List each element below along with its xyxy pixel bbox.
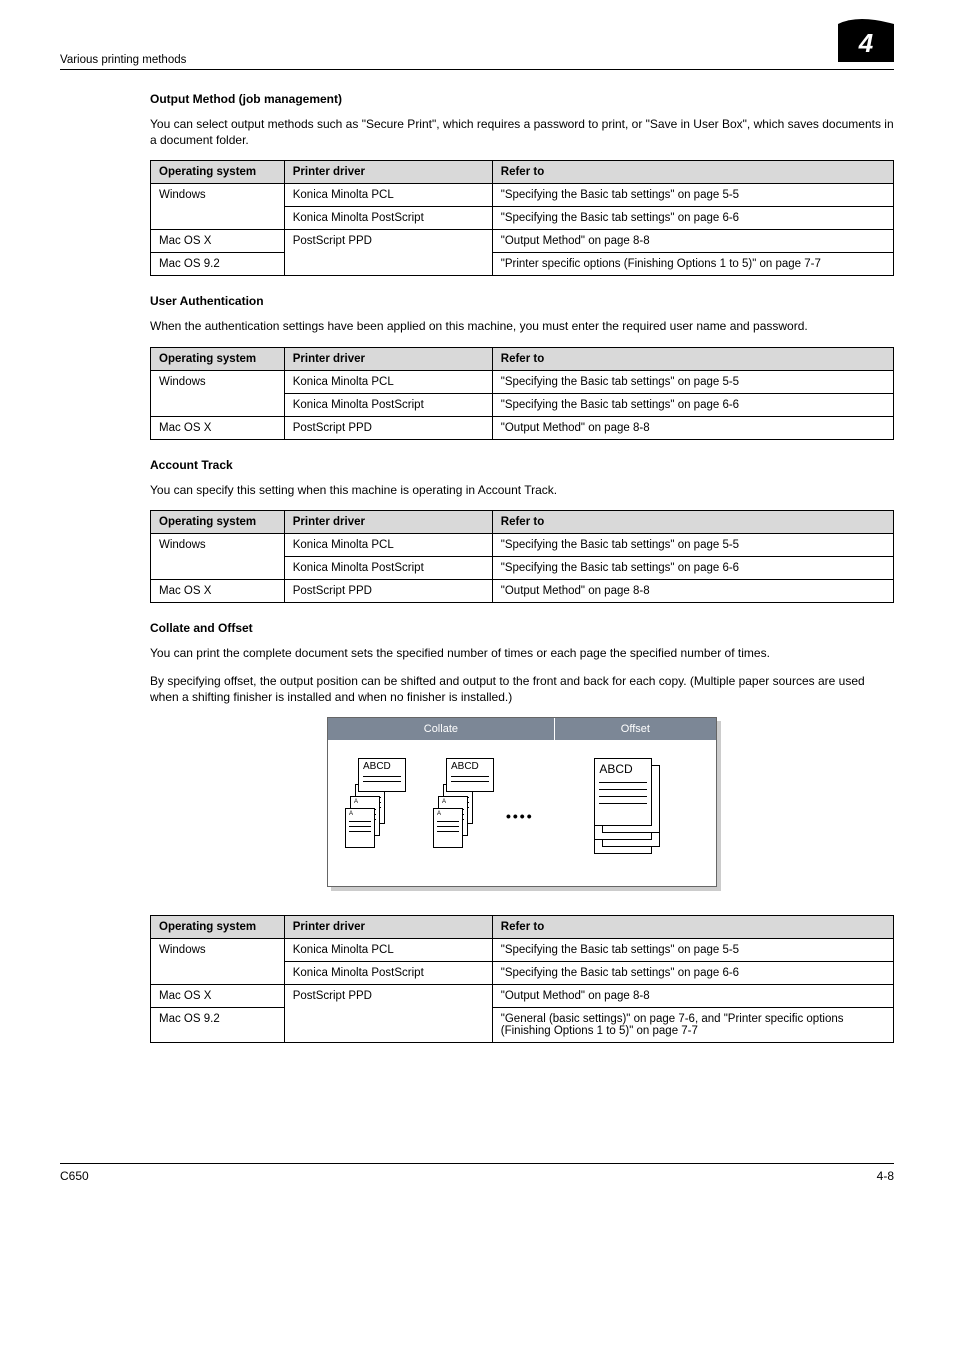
reference-table: Operating systemPrinter driverRefer toWi… [150, 510, 894, 603]
cell-reference: "Specifying the Basic tab settings" on p… [492, 939, 893, 962]
body-paragraph: By specifying offset, the output positio… [150, 673, 894, 705]
cell-reference: "Specifying the Basic tab settings" on p… [492, 533, 893, 556]
cell-os: Mac OS 9.2 [151, 1008, 285, 1043]
collate-offset-figure: CollateOffsetAAAABCDAAAABCD••••ABCD [327, 717, 717, 887]
cell-driver: PostScript PPD [284, 230, 492, 276]
cell-driver: Konica Minolta PostScript [284, 207, 492, 230]
table-header: Printer driver [284, 916, 492, 939]
cell-reference: "Specifying the Basic tab settings" on p… [492, 207, 893, 230]
cell-driver: Konica Minolta PCL [284, 533, 492, 556]
body-paragraph: You can select output methods such as "S… [150, 116, 894, 148]
cell-reference: "General (basic settings)" on page 7-6, … [492, 1008, 893, 1043]
cell-reference: "Output Method" on page 8-8 [492, 579, 893, 602]
cell-os: Windows [151, 533, 285, 579]
body-paragraph: You can print the complete document sets… [150, 645, 894, 661]
table-row: Mac OS XPostScript PPD"Output Method" on… [151, 230, 894, 253]
reference-table: Operating systemPrinter driverRefer toWi… [150, 347, 894, 440]
body-paragraph: When the authentication settings have be… [150, 318, 894, 334]
cell-driver: PostScript PPD [284, 416, 492, 439]
table-header: Operating system [151, 347, 285, 370]
cell-reference: "Specifying the Basic tab settings" on p… [492, 370, 893, 393]
section-heading: Output Method (job management) [150, 92, 894, 106]
cell-driver: PostScript PPD [284, 985, 492, 1043]
figure-header-collate: Collate [328, 718, 555, 740]
table-row: Mac OS 9.2 "General (basic settings)" on … [151, 1008, 894, 1043]
reference-table: Operating systemPrinter driverRefer toWi… [150, 160, 894, 276]
header-section-title: Various printing methods [60, 54, 186, 66]
footer-model: C650 [60, 1169, 89, 1183]
cell-reference: "Output Method" on page 8-8 [492, 985, 893, 1008]
cell-reference: "Output Method" on page 8-8 [492, 416, 893, 439]
cell-driver: Konica Minolta PostScript [284, 556, 492, 579]
table-header: Operating system [151, 510, 285, 533]
table-header: Printer driver [284, 161, 492, 184]
table-row: WindowsKonica Minolta PCL"Specifying the… [151, 533, 894, 556]
table-header: Refer to [492, 510, 893, 533]
cell-reference: "Specifying the Basic tab settings" on p… [492, 962, 893, 985]
cell-driver: PostScript PPD [284, 579, 492, 602]
cell-os: Windows [151, 939, 285, 985]
cell-os: Windows [151, 370, 285, 416]
cell-os: Mac OS X [151, 579, 285, 602]
cell-os: Mac OS X [151, 985, 285, 1008]
cell-driver: Konica Minolta PostScript [284, 962, 492, 985]
cell-driver: Konica Minolta PCL [284, 184, 492, 207]
table-header: Refer to [492, 347, 893, 370]
figure-header-offset: Offset [555, 718, 716, 740]
cell-os: Mac OS 9.2 [151, 253, 285, 276]
page-footer: C650 4-8 [60, 1163, 894, 1183]
table-header: Printer driver [284, 347, 492, 370]
cell-reference: "Output Method" on page 8-8 [492, 230, 893, 253]
table-row: WindowsKonica Minolta PCL"Specifying the… [151, 370, 894, 393]
reference-table: Operating systemPrinter driverRefer toWi… [150, 915, 894, 1043]
cell-os: Mac OS X [151, 416, 285, 439]
chapter-tab-icon: 4 [848, 30, 894, 66]
cell-reference: "Specifying the Basic tab settings" on p… [492, 556, 893, 579]
section-heading: Collate and Offset [150, 621, 894, 635]
table-row: Mac OS XPostScript PPD"Output Method" on… [151, 579, 894, 602]
section-heading: Account Track [150, 458, 894, 472]
cell-reference: "Specifying the Basic tab settings" on p… [492, 393, 893, 416]
table-header: Operating system [151, 916, 285, 939]
svg-text:4: 4 [858, 28, 874, 58]
table-row: Mac OS XPostScript PPD"Output Method" on… [151, 985, 894, 1008]
cell-os: Windows [151, 184, 285, 230]
table-row: WindowsKonica Minolta PCL"Specifying the… [151, 184, 894, 207]
table-header: Operating system [151, 161, 285, 184]
body-paragraph: You can specify this setting when this m… [150, 482, 894, 498]
cell-driver: Konica Minolta PCL [284, 370, 492, 393]
cell-os: Mac OS X [151, 230, 285, 253]
cell-reference: "Specifying the Basic tab settings" on p… [492, 184, 893, 207]
table-header: Refer to [492, 916, 893, 939]
section-heading: User Authentication [150, 294, 894, 308]
cell-driver: Konica Minolta PCL [284, 939, 492, 962]
table-row: Mac OS 9.2 "Printer specific options (Fin… [151, 253, 894, 276]
cell-driver: Konica Minolta PostScript [284, 393, 492, 416]
table-header: Refer to [492, 161, 893, 184]
footer-page-number: 4-8 [877, 1169, 894, 1183]
table-header: Printer driver [284, 510, 492, 533]
cell-reference: "Printer specific options (Finishing Opt… [492, 253, 893, 276]
table-row: WindowsKonica Minolta PCL"Specifying the… [151, 939, 894, 962]
running-header: Various printing methods 4 [60, 30, 894, 70]
table-row: Mac OS XPostScript PPD"Output Method" on… [151, 416, 894, 439]
